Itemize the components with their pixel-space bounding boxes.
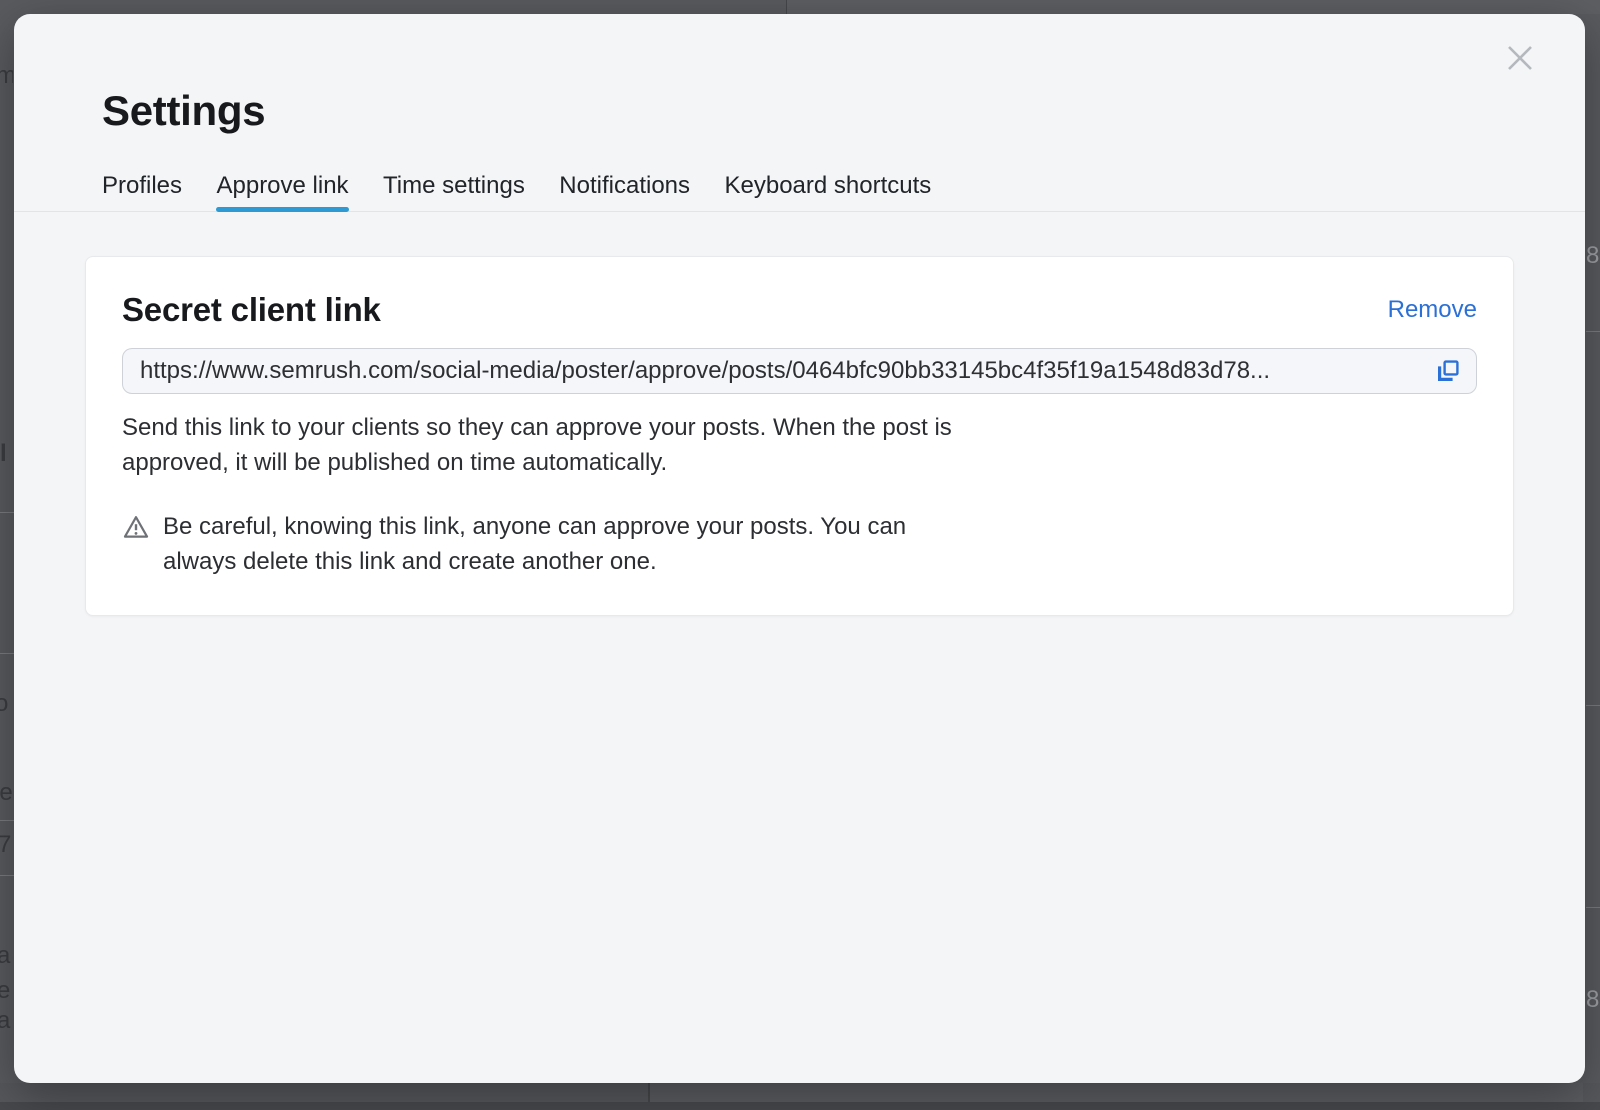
description-line: approved, it will be published on time a… xyxy=(122,445,1477,480)
warning-triangle-icon xyxy=(123,514,149,540)
close-icon-glyph xyxy=(1505,43,1535,73)
backdrop-text-fragment: e xyxy=(0,979,13,1003)
backdrop-column-seam xyxy=(648,1083,650,1102)
backdrop-text-fragment: a xyxy=(0,1009,13,1033)
secret-link-field xyxy=(122,348,1477,394)
backdrop-text-fragment: 8: xyxy=(1586,244,1600,268)
warning-line: always delete this link and create anoth… xyxy=(163,544,906,579)
tab-notifications[interactable]: Notifications xyxy=(559,174,690,211)
link-description: Send this link to your clients so they c… xyxy=(122,410,1477,480)
tab-profiles[interactable]: Profiles xyxy=(102,174,182,211)
backdrop-text-fragment: l xyxy=(0,442,13,466)
backdrop-row-line xyxy=(0,653,14,654)
copy-icon[interactable] xyxy=(1432,355,1464,387)
warning-note: Be careful, knowing this link, anyone ca… xyxy=(122,509,1477,579)
settings-tabbar: Profiles Approve link Time settings Noti… xyxy=(14,174,1585,212)
backdrop-row-line xyxy=(0,820,14,821)
close-icon[interactable] xyxy=(1502,40,1538,76)
warning-line: Be careful, knowing this link, anyone ca… xyxy=(163,509,906,544)
page-title: Settings xyxy=(102,88,1585,134)
backdrop-row-line xyxy=(1586,907,1600,908)
backdrop-text-fragment: o xyxy=(0,692,13,716)
backdrop-top-band xyxy=(787,0,1600,14)
backdrop-text-fragment: a xyxy=(0,944,13,968)
secret-client-link-card: Secret client link Remove Send this link… xyxy=(85,256,1514,616)
backdrop-row-line xyxy=(1586,705,1600,706)
secret-link-input[interactable] xyxy=(140,357,1422,385)
tab-time-settings[interactable]: Time settings xyxy=(383,174,525,211)
backdrop-row-line xyxy=(1586,331,1600,332)
backdrop-text-fragment: ne xyxy=(0,781,13,805)
description-line: Send this link to your clients so they c… xyxy=(122,410,1477,445)
settings-modal: Settings Profiles Approve link Time sett… xyxy=(14,14,1585,1083)
card-heading: Secret client link xyxy=(122,290,381,330)
backdrop-row-line xyxy=(0,512,14,513)
backdrop-top-seam xyxy=(786,0,787,14)
backdrop-bottom-shade xyxy=(650,1083,1583,1102)
copy-icon-glyph xyxy=(1434,357,1462,385)
backdrop-text-fragment: m xyxy=(0,64,13,88)
backdrop-text-fragment: 7 xyxy=(0,833,13,857)
backdrop-row-line xyxy=(0,875,14,876)
card-header: Secret client link Remove xyxy=(122,290,1477,330)
warning-text: Be careful, knowing this link, anyone ca… xyxy=(163,509,906,579)
tab-approve-link[interactable]: Approve link xyxy=(216,174,348,211)
remove-link-button[interactable]: Remove xyxy=(1388,296,1477,324)
backdrop-bottom-edge xyxy=(0,1102,1600,1110)
tab-keyboard-shortcuts[interactable]: Keyboard shortcuts xyxy=(724,174,931,211)
backdrop-text-fragment: 8: xyxy=(1586,988,1600,1012)
